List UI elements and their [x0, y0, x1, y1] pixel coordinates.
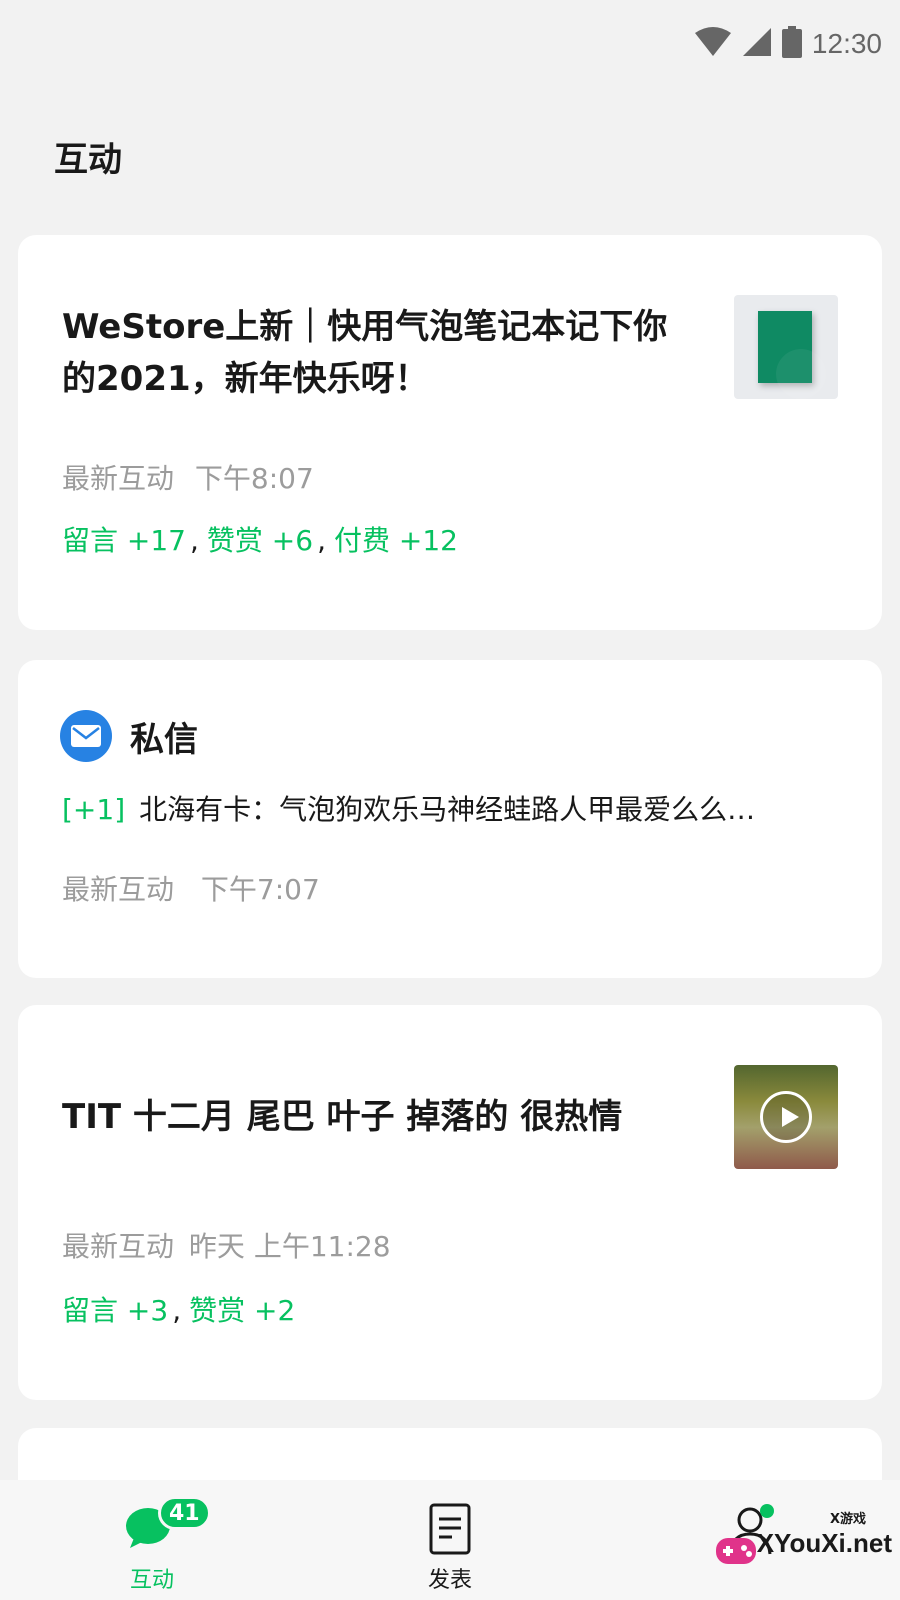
meta-label: 最新互动	[62, 462, 175, 495]
separator: ,	[172, 1294, 182, 1327]
article-card[interactable]: TIT 十二月 尾巴 叶子 掉落的 很热情 最新互动 昨天 上午11:28 留言…	[18, 1005, 882, 1400]
new-indicator-dot	[760, 1504, 774, 1518]
tab-publish[interactable]: 发表	[350, 1480, 550, 1600]
meta-time: 下午7:07	[200, 873, 320, 906]
play-icon[interactable]	[760, 1091, 812, 1143]
message-preview[interactable]: [+1] 北海有卡：气泡狗欢乐马神经蛙路人甲最爱么么…	[62, 788, 842, 828]
separator: ,	[190, 524, 199, 557]
separator: ,	[317, 524, 326, 557]
meta-time: 昨天 上午11:28	[188, 1230, 391, 1263]
notebook-image	[758, 311, 826, 399]
notebook-thumbnail[interactable]	[734, 295, 838, 399]
private-message-card[interactable]: 私信 [+1] 北海有卡：气泡狗欢乐马神经蛙路人甲最爱么么… 最新互动 下午7:0…	[18, 660, 882, 978]
comments-stat[interactable]: 留言 +17	[62, 524, 186, 557]
interaction-stats: 留言 +3, 赞赏 +2	[62, 1289, 295, 1329]
unread-count: [+1]	[62, 793, 126, 826]
private-message-header: 私信	[60, 710, 198, 762]
tab-label: 发表	[427, 1568, 472, 1593]
sender-name: 北海有卡：	[139, 793, 280, 826]
article-title[interactable]: WeStore上新｜快用气泡笔记本记下你的2021，新年快乐呀！	[62, 301, 682, 405]
watermark-text: XYouXi.net	[756, 1528, 892, 1558]
tips-stat[interactable]: 赞赏 +6	[207, 524, 313, 557]
status-bar: 12:30	[0, 0, 900, 96]
mail-icon	[60, 710, 112, 762]
paid-stat[interactable]: 付费 +12	[334, 524, 458, 557]
document-icon	[410, 1502, 490, 1558]
latest-interaction: 最新互动 下午8:07	[62, 457, 314, 497]
tab-interact[interactable]: 41 互动	[52, 1480, 252, 1600]
tab-label: 互动	[129, 1568, 174, 1593]
chat-bubble-icon: 41	[112, 1496, 211, 1558]
status-icons: 12:30	[694, 26, 882, 62]
interaction-stats: 留言 +17, 赞赏 +6, 付费 +12	[62, 519, 458, 559]
clock-time: 12:30	[811, 28, 882, 59]
article-title[interactable]: TIT 十二月 尾巴 叶子 掉落的 很热情	[62, 1091, 702, 1143]
meta-time: 下午8:07	[194, 462, 314, 495]
watermark-gamepad-icon	[714, 1530, 758, 1570]
latest-interaction: 最新互动 下午7:07	[62, 868, 320, 908]
private-message-title: 私信	[130, 719, 198, 760]
meta-label: 最新互动	[62, 1230, 175, 1263]
cellular-signal-icon	[742, 27, 772, 61]
video-thumbnail[interactable]	[734, 1065, 838, 1169]
tips-stat[interactable]: 赞赏 +2	[189, 1294, 295, 1327]
watermark-small-text: X游戏	[829, 1512, 866, 1527]
battery-icon	[781, 26, 802, 62]
page-title: 互动	[54, 140, 122, 180]
notification-badge: 41	[158, 1496, 211, 1530]
wifi-icon	[694, 27, 732, 61]
article-card[interactable]: WeStore上新｜快用气泡笔记本记下你的2021，新年快乐呀！ 最新互动 下午…	[18, 235, 882, 630]
latest-interaction: 最新互动 昨天 上午11:28	[62, 1225, 391, 1265]
message-text: 气泡狗欢乐马神经蛙路人甲最爱么么…	[279, 793, 756, 826]
comments-stat[interactable]: 留言 +3	[62, 1294, 168, 1327]
meta-label: 最新互动	[62, 873, 175, 906]
